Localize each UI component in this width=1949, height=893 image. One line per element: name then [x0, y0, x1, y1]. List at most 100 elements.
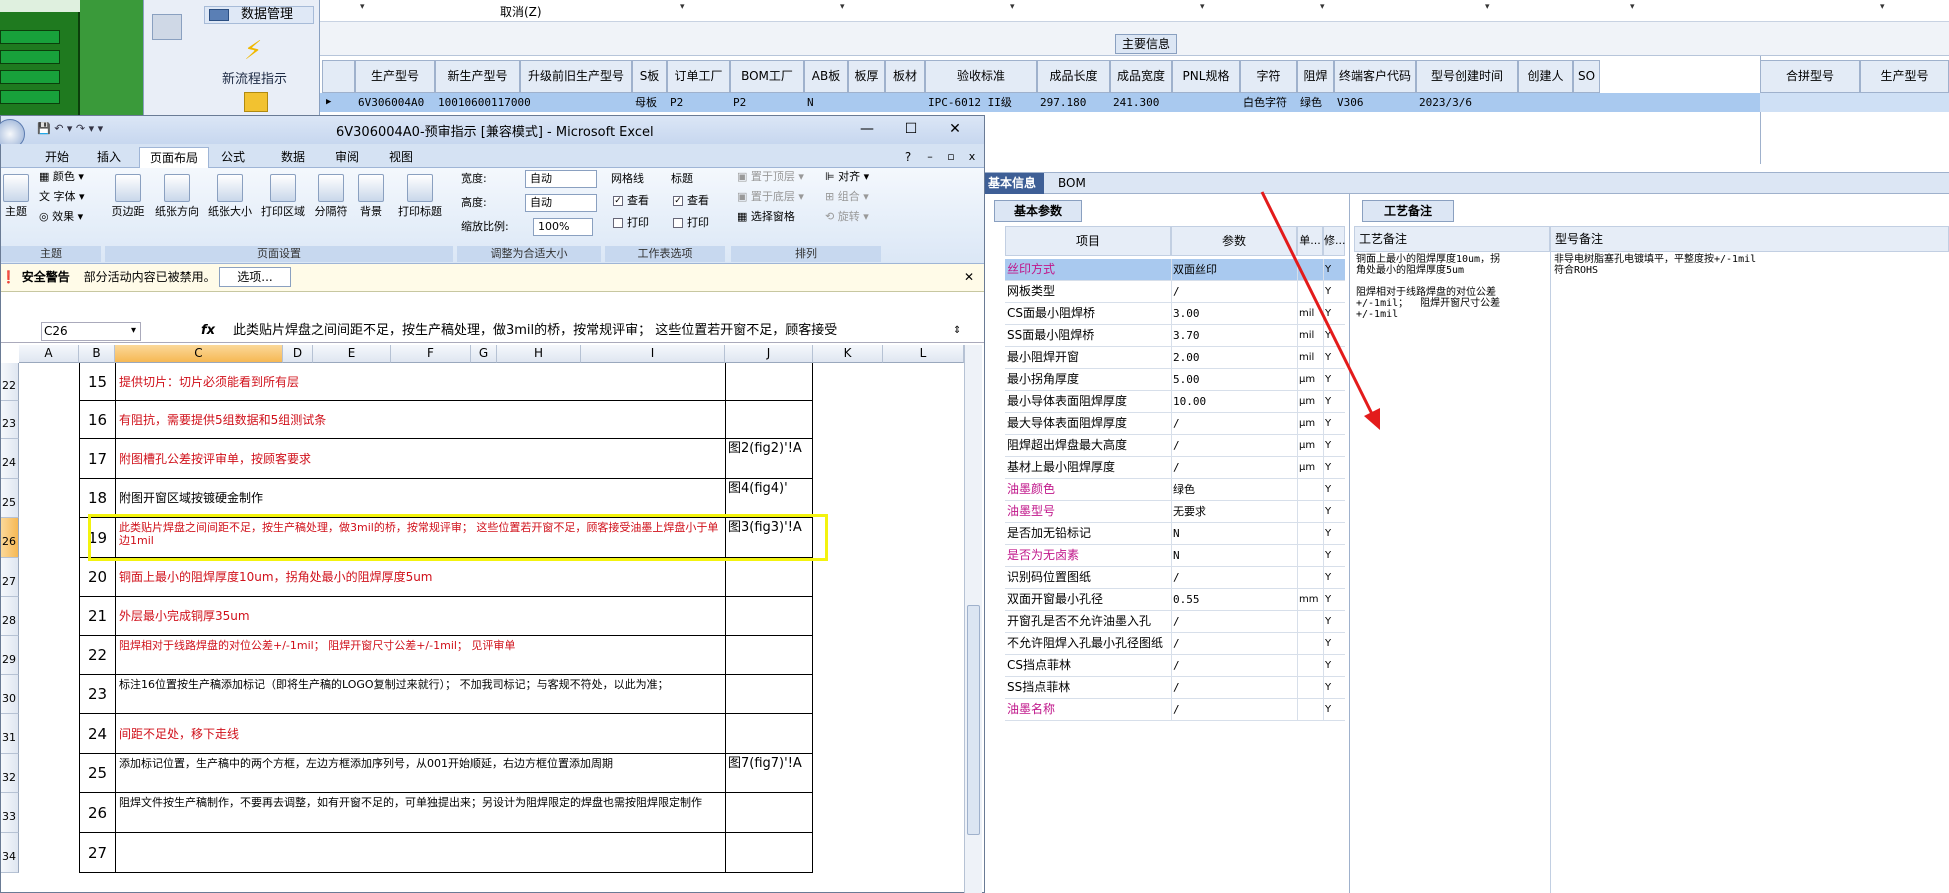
- param-value[interactable]: N: [1173, 545, 1297, 566]
- cell-instruction[interactable]: 铜面上最小的阻焊厚度10um，拐角处最小的阻焊厚度5um: [115, 558, 725, 597]
- cell-seq-number[interactable]: 21: [79, 597, 115, 636]
- grid-cell[interactable]: V306: [1337, 93, 1364, 112]
- left-strip[interactable]: [0, 90, 60, 104]
- tab-ribbon[interactable]: 开始: [35, 147, 79, 168]
- param-value[interactable]: /: [1173, 457, 1297, 478]
- dropdown-arrow-icon[interactable]: ▾: [1630, 2, 1635, 12]
- lightning-icon[interactable]: ⚡: [244, 36, 262, 66]
- scale-input[interactable]: 100%: [533, 218, 593, 236]
- theme-fonts-button[interactable]: 文 字体 ▾: [39, 188, 85, 206]
- param-row[interactable]: CS面最小阻焊桥 3.00 mil Y: [1005, 303, 1345, 325]
- cell-seq-number[interactable]: 25: [79, 754, 115, 793]
- param-header-item[interactable]: 项目: [1005, 226, 1171, 256]
- grid-header-col[interactable]: 验收标准: [925, 60, 1037, 93]
- grid-cell[interactable]: 10010600117000: [438, 93, 531, 112]
- dropdown-arrow-icon[interactable]: ▾: [840, 2, 845, 12]
- column-header[interactable]: H: [497, 345, 581, 363]
- gridlines-view-checkbox[interactable]: ✓ 查看: [613, 192, 649, 210]
- left-strip[interactable]: [0, 50, 60, 64]
- rotate-button[interactable]: ⟲ 旋转 ▾: [825, 208, 869, 226]
- param-modify-flag[interactable]: Y: [1325, 259, 1341, 280]
- tab-main-info[interactable]: 主要信息: [1115, 34, 1177, 54]
- param-header-value[interactable]: 参数: [1171, 226, 1297, 256]
- column-header[interactable]: C: [115, 345, 283, 363]
- column-header[interactable]: F: [391, 345, 471, 363]
- nav-data-management[interactable]: 数据管理: [204, 6, 314, 24]
- grid-cell[interactable]: 2023/3/6: [1419, 93, 1472, 112]
- grid-cell[interactable]: 白色字符: [1243, 93, 1287, 112]
- security-close-icon[interactable]: ✕: [964, 264, 974, 290]
- cell-seq-number[interactable]: 17: [79, 439, 115, 479]
- formula-input[interactable]: 此类贴片焊盘之间间距不足，按生产稿处理，做3mil的桥，按常规评审； 这些位置若…: [233, 321, 951, 341]
- close-icon[interactable]: ✕: [941, 118, 969, 140]
- dropdown-arrow-icon[interactable]: ▾: [1010, 2, 1015, 12]
- tab-ribbon[interactable]: 页面布局: [139, 147, 210, 168]
- cell-instruction[interactable]: 添加标记位置，生产稿中的两个方框，左边方框添加序列号，从001开始顺延，右边方框…: [115, 754, 725, 793]
- quick-access-toolbar[interactable]: 💾 ↶ ▾ ↷ ▾ ▾: [37, 122, 103, 135]
- row-header[interactable]: 30: [1, 675, 19, 714]
- tab-ribbon[interactable]: 视图: [379, 147, 423, 168]
- param-row[interactable]: 是否为无卤素 N Y: [1005, 545, 1345, 567]
- param-value[interactable]: /: [1173, 281, 1297, 302]
- cell-figure-link[interactable]: [725, 833, 813, 873]
- param-modify-flag[interactable]: Y: [1325, 545, 1341, 566]
- cell-seq-number[interactable]: 23: [79, 675, 115, 714]
- grid-header-col[interactable]: 阻焊: [1297, 60, 1334, 93]
- param-modify-flag[interactable]: Y: [1325, 655, 1341, 676]
- param-row[interactable]: 油墨颜色 绿色 Y: [1005, 479, 1345, 501]
- grid-header-col[interactable]: 字符: [1240, 60, 1297, 93]
- cell-figure-link[interactable]: [725, 558, 813, 597]
- param-row[interactable]: 识别码位置图纸 / Y: [1005, 567, 1345, 589]
- param-row[interactable]: 最小导体表面阻焊厚度 10.00 μm Y: [1005, 391, 1345, 413]
- cell-instruction[interactable]: 阻焊文件按生产稿制作，不要再去调整，如有开窗不足的，可单独提出来；另设计为阻焊限…: [115, 793, 725, 833]
- param-row[interactable]: 不允许阻焊入孔最小孔径图纸 / Y: [1005, 633, 1345, 655]
- grid-cell[interactable]: 绿色: [1300, 93, 1322, 112]
- background-button[interactable]: 背景: [353, 174, 389, 218]
- param-modify-flag[interactable]: Y: [1325, 369, 1341, 390]
- grid-header-col[interactable]: PNL规格: [1172, 60, 1240, 93]
- cell-instruction[interactable]: 标注16位置按生产稿添加标记（即将生产稿的LOGO复制过来就行）； 不加我司标记…: [115, 675, 725, 714]
- param-row[interactable]: 最大导体表面阻焊厚度 / μm Y: [1005, 413, 1345, 435]
- param-modify-flag[interactable]: Y: [1325, 347, 1341, 368]
- param-modify-flag[interactable]: Y: [1325, 303, 1341, 324]
- param-value[interactable]: 3.00: [1173, 303, 1297, 324]
- param-modify-flag[interactable]: Y: [1325, 589, 1341, 610]
- cell-seq-number[interactable]: 27: [79, 833, 115, 873]
- param-row[interactable]: 开窗孔是否不允许油墨入孔 / Y: [1005, 611, 1345, 633]
- param-modify-flag[interactable]: Y: [1325, 325, 1341, 346]
- cell-seq-number[interactable]: 26: [79, 793, 115, 833]
- param-modify-flag[interactable]: Y: [1325, 567, 1341, 588]
- param-value[interactable]: 双面丝印: [1173, 259, 1297, 280]
- cell-instruction[interactable]: 附图开窗区域按镀硬金制作: [115, 479, 725, 518]
- cancel-button[interactable]: 取消(Z): [500, 3, 542, 20]
- cell-seq-number[interactable]: 20: [79, 558, 115, 597]
- param-value[interactable]: 2.00: [1173, 347, 1297, 368]
- tab-bom[interactable]: BOM: [1050, 173, 1094, 194]
- param-row[interactable]: 双面开窗最小孔径 0.55 mm Y: [1005, 589, 1345, 611]
- ribbon-close-icon[interactable]: x: [958, 146, 986, 168]
- param-value[interactable]: 10.00: [1173, 391, 1297, 412]
- grid-header-col[interactable]: 板材: [885, 60, 925, 93]
- tab-craft-notes[interactable]: 工艺备注: [1362, 200, 1454, 222]
- grid-header-col[interactable]: 创建人: [1518, 60, 1573, 93]
- param-value[interactable]: /: [1173, 655, 1297, 676]
- cell-figure-link[interactable]: 图4(fig4)': [725, 479, 813, 518]
- craft-header-note[interactable]: 工艺备注: [1354, 226, 1550, 252]
- param-modify-flag[interactable]: Y: [1325, 391, 1341, 412]
- param-row[interactable]: SS面最小阻焊桥 3.70 mil Y: [1005, 325, 1345, 347]
- formula-expand-icon[interactable]: ⇕: [953, 321, 961, 341]
- param-value[interactable]: /: [1173, 611, 1297, 632]
- scrollbar-thumb[interactable]: [967, 605, 980, 835]
- row-header[interactable]: 27: [1, 558, 19, 597]
- param-row[interactable]: 阻焊超出焊盘最大高度 / μm Y: [1005, 435, 1345, 457]
- merge-model-selected-row[interactable]: [1760, 93, 1949, 112]
- namebox-dropdown-icon[interactable]: ▾: [131, 321, 136, 341]
- grid-cell[interactable]: IPC-6012 II级: [928, 93, 1012, 112]
- orientation-button[interactable]: 纸张方向: [151, 174, 203, 218]
- param-value[interactable]: 绿色: [1173, 479, 1297, 500]
- cell-figure-link[interactable]: 图2(fig2)'!A: [725, 439, 813, 479]
- cell-instruction[interactable]: 间距不足处，移下走线: [115, 714, 725, 754]
- tab-basic-info[interactable]: 基本信息: [980, 173, 1045, 194]
- nav-new-flow[interactable]: 新流程指示: [222, 68, 287, 87]
- name-box[interactable]: C26: [41, 322, 141, 341]
